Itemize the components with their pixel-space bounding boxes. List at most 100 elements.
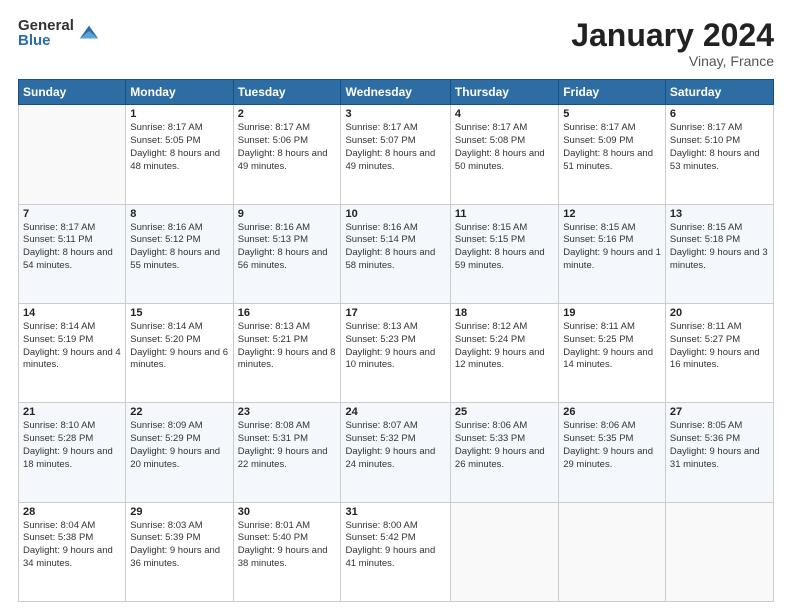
day-number: 8 [130,208,228,220]
calendar-cell [450,502,558,601]
day-info: Sunrise: 8:14 AMSunset: 5:20 PMDaylight:… [130,321,228,372]
calendar-cell: 15 Sunrise: 8:14 AMSunset: 5:20 PMDayligh… [126,303,233,402]
calendar-week-row: 7Sunrise: 8:17 AMSunset: 5:11 PMDaylight… [19,204,774,303]
day-number: 24 [345,406,445,418]
day-number: 16 [238,307,337,319]
calendar-cell: 6 Sunrise: 8:17 AMSunset: 5:10 PMDaylight… [665,105,773,204]
day-info: Sunrise: 8:01 AMSunset: 5:40 PMDaylight:… [238,520,337,571]
day-number: 14 [23,307,121,319]
weekday-header: Wednesday [341,80,450,105]
day-number: 1 [130,108,228,120]
calendar-cell: 5 Sunrise: 8:17 AMSunset: 5:09 PMDaylight… [559,105,666,204]
day-number: 27 [670,406,769,418]
calendar-week-row: 1 Sunrise: 8:17 AMSunset: 5:05 PMDaylight… [19,105,774,204]
weekday-header: Saturday [665,80,773,105]
logo-general: General [18,18,74,33]
weekday-header: Tuesday [233,80,341,105]
day-number: 2 [238,108,337,120]
day-info: Sunrise: 8:05 AMSunset: 5:36 PMDaylight:… [670,420,769,471]
day-info: Sunrise: 8:17 AMSunset: 5:06 PMDaylight:… [238,122,337,173]
calendar-cell: 25 Sunrise: 8:06 AMSunset: 5:33 PMDayligh… [450,403,558,502]
day-number: 20 [670,307,769,319]
calendar-cell: 22 Sunrise: 8:09 AMSunset: 5:29 PMDayligh… [126,403,233,502]
calendar-cell: 4 Sunrise: 8:17 AMSunset: 5:08 PMDaylight… [450,105,558,204]
calendar-cell: 31Sunrise: 8:00 AMSunset: 5:42 PMDayligh… [341,502,450,601]
day-number: 10 [345,208,445,220]
header: General Blue January 2024 Vinay, France [18,18,774,69]
day-number: 4 [455,108,554,120]
calendar-cell [665,502,773,601]
day-info: Sunrise: 8:15 AMSunset: 5:16 PMDaylight:… [563,222,661,273]
calendar-cell: 12 Sunrise: 8:15 AMSunset: 5:16 PMDayligh… [559,204,666,303]
calendar-cell: 27 Sunrise: 8:05 AMSunset: 5:36 PMDayligh… [665,403,773,502]
day-number: 5 [563,108,661,120]
day-info: Sunrise: 8:17 AMSunset: 5:10 PMDaylight:… [670,122,769,173]
calendar-cell: 21 Sunrise: 8:10 AMSunset: 5:28 PMDayligh… [19,403,126,502]
day-info: Sunrise: 8:06 AMSunset: 5:33 PMDaylight:… [455,420,554,471]
weekday-header: Sunday [19,80,126,105]
calendar-cell: 19Sunrise: 8:11 AMSunset: 5:25 PMDayligh… [559,303,666,402]
day-number: 21 [23,406,121,418]
calendar-cell: 24Sunrise: 8:07 AMSunset: 5:32 PMDayligh… [341,403,450,502]
day-info: Sunrise: 8:17 AMSunset: 5:07 PMDaylight:… [345,122,445,173]
calendar-cell: 26 Sunrise: 8:06 AMSunset: 5:35 PMDayligh… [559,403,666,502]
day-info: Sunrise: 8:13 AMSunset: 5:21 PMDaylight:… [238,321,337,372]
calendar-table: SundayMondayTuesdayWednesdayThursdayFrid… [18,79,774,602]
logo: General Blue [18,18,100,48]
calendar-week-row: 14Sunrise: 8:14 AMSunset: 5:19 PMDayligh… [19,303,774,402]
day-number: 9 [238,208,337,220]
day-info: Sunrise: 8:16 AMSunset: 5:13 PMDaylight:… [238,222,337,273]
day-info: Sunrise: 8:04 AMSunset: 5:38 PMDaylight:… [23,520,121,571]
day-info: Sunrise: 8:10 AMSunset: 5:28 PMDaylight:… [23,420,121,471]
day-number: 6 [670,108,769,120]
calendar-cell: 11Sunrise: 8:15 AMSunset: 5:15 PMDayligh… [450,204,558,303]
day-number: 26 [563,406,661,418]
day-number: 18 [455,307,554,319]
weekday-header-row: SundayMondayTuesdayWednesdayThursdayFrid… [19,80,774,105]
calendar-week-row: 28 Sunrise: 8:04 AMSunset: 5:38 PMDayligh… [19,502,774,601]
calendar-cell: 20 Sunrise: 8:11 AMSunset: 5:27 PMDayligh… [665,303,773,402]
day-number: 3 [345,108,445,120]
calendar-cell: 1 Sunrise: 8:17 AMSunset: 5:05 PMDaylight… [126,105,233,204]
day-info: Sunrise: 8:03 AMSunset: 5:39 PMDaylight:… [130,520,228,571]
day-info: Sunrise: 8:12 AMSunset: 5:24 PMDaylight:… [455,321,554,372]
day-number: 25 [455,406,554,418]
calendar-cell: 28 Sunrise: 8:04 AMSunset: 5:38 PMDayligh… [19,502,126,601]
day-info: Sunrise: 8:11 AMSunset: 5:25 PMDaylight:… [563,321,661,372]
calendar-cell: 3 Sunrise: 8:17 AMSunset: 5:07 PMDaylight… [341,105,450,204]
calendar-cell: 30Sunrise: 8:01 AMSunset: 5:40 PMDayligh… [233,502,341,601]
day-number: 12 [563,208,661,220]
day-info: Sunrise: 8:11 AMSunset: 5:27 PMDaylight:… [670,321,769,372]
title-block: January 2024 Vinay, France [571,18,774,69]
day-info: Sunrise: 8:17 AMSunset: 5:09 PMDaylight:… [563,122,661,173]
weekday-header: Friday [559,80,666,105]
calendar-cell [559,502,666,601]
calendar-cell: 7Sunrise: 8:17 AMSunset: 5:11 PMDaylight… [19,204,126,303]
location: Vinay, France [571,53,774,69]
day-info: Sunrise: 8:06 AMSunset: 5:35 PMDaylight:… [563,420,661,471]
day-info: Sunrise: 8:09 AMSunset: 5:29 PMDaylight:… [130,420,228,471]
day-number: 29 [130,506,228,518]
weekday-header: Monday [126,80,233,105]
day-number: 17 [345,307,445,319]
calendar-cell: 23Sunrise: 8:08 AMSunset: 5:31 PMDayligh… [233,403,341,502]
calendar-cell [19,105,126,204]
day-info: Sunrise: 8:00 AMSunset: 5:42 PMDaylight:… [345,520,445,571]
logo-icon [78,22,100,44]
calendar-cell: 29 Sunrise: 8:03 AMSunset: 5:39 PMDayligh… [126,502,233,601]
day-info: Sunrise: 8:16 AMSunset: 5:12 PMDaylight:… [130,222,228,273]
day-number: 22 [130,406,228,418]
day-number: 11 [455,208,554,220]
day-number: 28 [23,506,121,518]
day-info: Sunrise: 8:16 AMSunset: 5:14 PMDaylight:… [345,222,445,273]
logo-blue: Blue [18,33,74,48]
day-info: Sunrise: 8:17 AMSunset: 5:08 PMDaylight:… [455,122,554,173]
day-number: 15 [130,307,228,319]
day-info: Sunrise: 8:13 AMSunset: 5:23 PMDaylight:… [345,321,445,372]
day-number: 23 [238,406,337,418]
day-number: 7 [23,208,121,220]
day-info: Sunrise: 8:17 AMSunset: 5:05 PMDaylight:… [130,122,228,173]
calendar-cell: 14Sunrise: 8:14 AMSunset: 5:19 PMDayligh… [19,303,126,402]
day-number: 13 [670,208,769,220]
page: General Blue January 2024 Vinay, France … [0,0,792,612]
